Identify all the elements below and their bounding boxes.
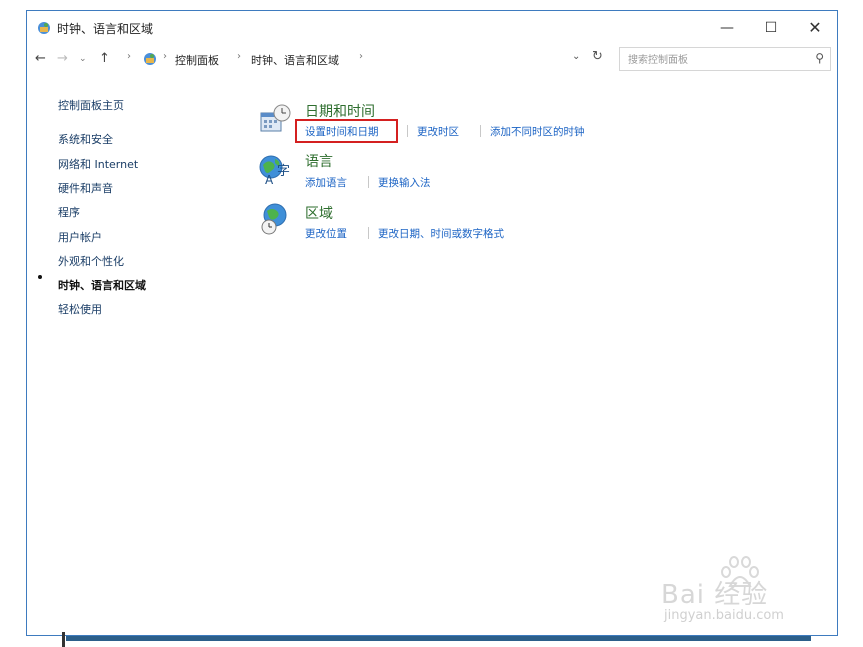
calendar-clock-icon[interactable] <box>259 103 291 135</box>
control-panel-icon <box>38 22 50 34</box>
watermark-url: jingyan.baidu.com <box>664 608 784 623</box>
category-title-language[interactable]: 语言 <box>305 151 333 171</box>
close-button[interactable]: ✕ <box>793 15 837 41</box>
taskbar-edge-mark <box>62 632 65 647</box>
link-divider <box>368 176 369 188</box>
search-input[interactable] <box>626 51 800 69</box>
search-box: ⚲ <box>619 47 831 71</box>
breadcrumb-separator-icon[interactable]: › <box>163 51 167 62</box>
address-dropdown-icon[interactable]: ⌄ <box>572 51 580 62</box>
region-globe-clock-icon[interactable] <box>259 203 291 235</box>
change-location-link[interactable]: 更改位置 <box>305 226 347 241</box>
link-divider <box>407 125 408 137</box>
up-arrow-icon[interactable]: ↑ <box>99 51 110 66</box>
highlight-box <box>295 119 398 143</box>
category-title-region[interactable]: 区域 <box>305 203 333 223</box>
address-bar: ← → ⌄ ↑ › › 控制面板 › 时钟、语言和区域 › ⌄ ↻ ⚲ <box>27 47 837 73</box>
link-divider <box>480 125 481 137</box>
breadcrumb-clock-language-region[interactable]: 时钟、语言和区域 <box>251 52 339 68</box>
add-language-link[interactable]: 添加语言 <box>305 175 347 190</box>
sidebar-item-hardware-sound[interactable]: 硬件和声音 <box>58 180 113 196</box>
sidebar-item-appearance[interactable]: 外观和个性化 <box>58 253 124 269</box>
sidebar-item-clock-language-region[interactable]: 时钟、语言和区域 <box>58 277 146 293</box>
category-title-date-time[interactable]: 日期和时间 <box>305 101 375 121</box>
sidebar-item-ease-of-access[interactable]: 轻松使用 <box>58 301 102 317</box>
change-timezone-link[interactable]: 更改时区 <box>417 124 459 139</box>
recent-locations-chevron-icon[interactable]: ⌄ <box>79 54 87 64</box>
search-icon[interactable]: ⚲ <box>815 51 824 65</box>
refresh-icon[interactable]: ↻ <box>592 49 603 64</box>
window-title: 时钟、语言和区域 <box>57 22 154 36</box>
sidebar-item-control-panel-home[interactable]: 控制面板主页 <box>58 97 124 113</box>
title-bar: 时钟、语言和区域 — ☐ ✕ <box>27 11 837 45</box>
sidebar-item-system-security[interactable]: 系统和安全 <box>58 131 113 147</box>
watermark-logo: Bai 经验 <box>661 580 769 610</box>
back-arrow-icon[interactable]: ← <box>35 51 46 66</box>
breadcrumb-control-panel[interactable]: 控制面板 <box>175 52 219 68</box>
control-panel-window: 时钟、语言和区域 — ☐ ✕ ← → ⌄ ↑ › › 控制面板 › 时钟、语言和… <box>26 10 838 636</box>
svg-text:A: A <box>265 173 274 185</box>
forward-arrow-icon[interactable]: → <box>57 51 68 66</box>
breadcrumb-separator-icon[interactable]: › <box>359 51 363 62</box>
sidebar-item-programs[interactable]: 程序 <box>58 204 80 220</box>
sidebar-item-user-accounts[interactable]: 用户帐户 <box>58 229 102 245</box>
taskbar-edge <box>66 636 811 641</box>
minimize-button[interactable]: — <box>705 15 749 41</box>
add-clocks-link[interactable]: 添加不同时区的时钟 <box>490 124 585 139</box>
language-globe-icon[interactable]: A 字 <box>259 153 291 185</box>
change-input-method-link[interactable]: 更换输入法 <box>378 175 431 190</box>
link-divider <box>368 227 369 239</box>
breadcrumb-separator-icon[interactable]: › <box>127 51 131 62</box>
control-panel-icon <box>144 53 156 65</box>
maximize-button[interactable]: ☐ <box>749 15 793 41</box>
breadcrumb-separator-icon[interactable]: › <box>237 51 241 62</box>
svg-text:字: 字 <box>277 164 290 179</box>
active-item-bullet <box>38 275 42 279</box>
change-date-time-number-format-link[interactable]: 更改日期、时间或数字格式 <box>378 226 504 241</box>
breadcrumb[interactable]: › › 控制面板 › 时钟、语言和区域 › <box>123 47 611 71</box>
sidebar-item-network-internet[interactable]: 网络和 Internet <box>58 156 138 172</box>
